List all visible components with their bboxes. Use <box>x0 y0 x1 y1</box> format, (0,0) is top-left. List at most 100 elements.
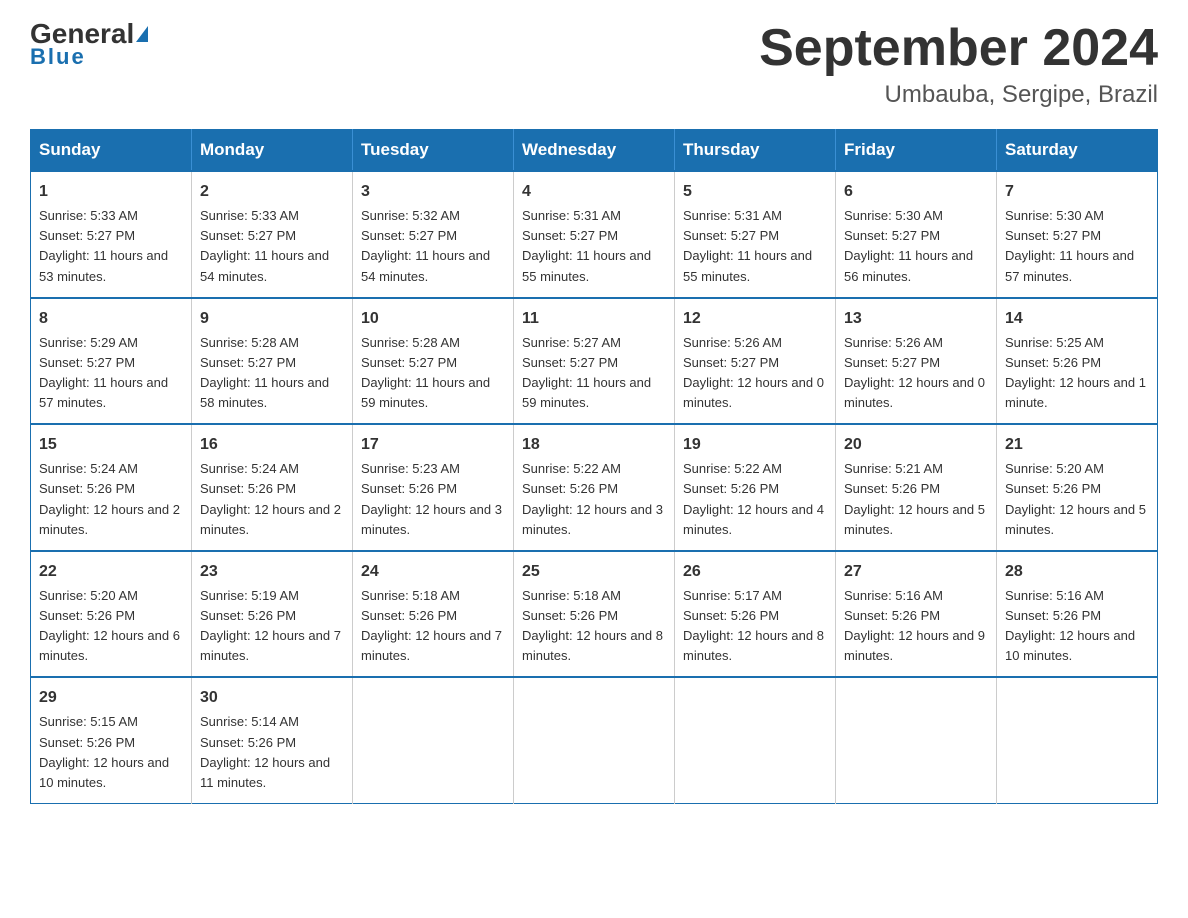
calendar-cell: 17Sunrise: 5:23 AMSunset: 5:26 PMDayligh… <box>353 424 514 551</box>
header-day-tuesday: Tuesday <box>353 130 514 172</box>
header-day-saturday: Saturday <box>997 130 1158 172</box>
calendar-cell: 27Sunrise: 5:16 AMSunset: 5:26 PMDayligh… <box>836 551 997 678</box>
header-day-sunday: Sunday <box>31 130 192 172</box>
calendar-cell <box>997 677 1158 803</box>
calendar-cell: 19Sunrise: 5:22 AMSunset: 5:26 PMDayligh… <box>675 424 836 551</box>
calendar-cell: 6 Sunrise: 5:30 AMSunset: 5:27 PMDaylight… <box>836 171 997 298</box>
day-number: 23 <box>200 560 344 584</box>
day-number: 16 <box>200 433 344 457</box>
day-number: 17 <box>361 433 505 457</box>
calendar-cell: 23 Sunrise: 5:19 AMSunset: 5:26 PMDayligh… <box>192 551 353 678</box>
calendar-cell: 1Sunrise: 5:33 AMSunset: 5:27 PMDaylight… <box>31 171 192 298</box>
day-number: 9 <box>200 307 344 331</box>
calendar-cell: 22 Sunrise: 5:20 AMSunset: 5:26 PMDayligh… <box>31 551 192 678</box>
day-number: 10 <box>361 307 505 331</box>
day-info: Sunrise: 5:24 AMSunset: 5:26 PMDaylight:… <box>39 461 180 536</box>
location-title: Umbauba, Sergipe, Brazil <box>759 81 1158 109</box>
day-info: Sunrise: 5:30 AMSunset: 5:27 PMDaylight:… <box>844 208 973 283</box>
day-info: Sunrise: 5:28 AMSunset: 5:27 PMDaylight:… <box>361 335 490 410</box>
calendar-cell: 11Sunrise: 5:27 AMSunset: 5:27 PMDayligh… <box>514 298 675 425</box>
calendar-cell: 16 Sunrise: 5:24 AMSunset: 5:26 PMDayligh… <box>192 424 353 551</box>
day-number: 29 <box>39 686 183 710</box>
day-number: 21 <box>1005 433 1149 457</box>
header-day-wednesday: Wednesday <box>514 130 675 172</box>
calendar-cell: 3 Sunrise: 5:32 AMSunset: 5:27 PMDaylight… <box>353 171 514 298</box>
day-info: Sunrise: 5:32 AMSunset: 5:27 PMDaylight:… <box>361 208 490 283</box>
day-info: Sunrise: 5:17 AMSunset: 5:26 PMDaylight:… <box>683 588 824 663</box>
day-number: 26 <box>683 560 827 584</box>
day-number: 19 <box>683 433 827 457</box>
day-info: Sunrise: 5:26 AMSunset: 5:27 PMDaylight:… <box>844 335 985 410</box>
logo-triangle-icon <box>136 26 148 42</box>
calendar-week-row: 22 Sunrise: 5:20 AMSunset: 5:26 PMDayligh… <box>31 551 1158 678</box>
calendar-cell: 25 Sunrise: 5:18 AMSunset: 5:26 PMDayligh… <box>514 551 675 678</box>
header-day-friday: Friday <box>836 130 997 172</box>
day-info: Sunrise: 5:33 AMSunset: 5:27 PMDaylight:… <box>200 208 329 283</box>
day-info: Sunrise: 5:29 AMSunset: 5:27 PMDaylight:… <box>39 335 168 410</box>
day-info: Sunrise: 5:19 AMSunset: 5:26 PMDaylight:… <box>200 588 341 663</box>
logo: General Blue <box>30 20 148 70</box>
day-number: 28 <box>1005 560 1149 584</box>
day-number: 2 <box>200 180 344 204</box>
header-day-thursday: Thursday <box>675 130 836 172</box>
day-info: Sunrise: 5:20 AMSunset: 5:26 PMDaylight:… <box>1005 461 1146 536</box>
page-header: General Blue September 2024 Umbauba, Ser… <box>30 20 1158 109</box>
day-info: Sunrise: 5:25 AMSunset: 5:26 PMDaylight:… <box>1005 335 1146 410</box>
day-number: 30 <box>200 686 344 710</box>
day-number: 4 <box>522 180 666 204</box>
day-number: 7 <box>1005 180 1149 204</box>
calendar-cell: 9Sunrise: 5:28 AMSunset: 5:27 PMDaylight… <box>192 298 353 425</box>
calendar-cell: 30 Sunrise: 5:14 AMSunset: 5:26 PMDayligh… <box>192 677 353 803</box>
day-number: 3 <box>361 180 505 204</box>
day-info: Sunrise: 5:21 AMSunset: 5:26 PMDaylight:… <box>844 461 985 536</box>
calendar-cell: 21 Sunrise: 5:20 AMSunset: 5:26 PMDayligh… <box>997 424 1158 551</box>
day-info: Sunrise: 5:31 AMSunset: 5:27 PMDaylight:… <box>522 208 651 283</box>
calendar-cell: 10 Sunrise: 5:28 AMSunset: 5:27 PMDayligh… <box>353 298 514 425</box>
day-number: 14 <box>1005 307 1149 331</box>
calendar-cell <box>514 677 675 803</box>
day-number: 1 <box>39 180 183 204</box>
calendar-cell <box>836 677 997 803</box>
calendar-cell: 24Sunrise: 5:18 AMSunset: 5:26 PMDayligh… <box>353 551 514 678</box>
calendar-table: SundayMondayTuesdayWednesdayThursdayFrid… <box>30 129 1158 804</box>
day-number: 6 <box>844 180 988 204</box>
calendar-cell: 15 Sunrise: 5:24 AMSunset: 5:26 PMDayligh… <box>31 424 192 551</box>
calendar-cell: 28 Sunrise: 5:16 AMSunset: 5:26 PMDayligh… <box>997 551 1158 678</box>
day-info: Sunrise: 5:31 AMSunset: 5:27 PMDaylight:… <box>683 208 812 283</box>
calendar-cell: 18Sunrise: 5:22 AMSunset: 5:26 PMDayligh… <box>514 424 675 551</box>
day-info: Sunrise: 5:18 AMSunset: 5:26 PMDaylight:… <box>361 588 502 663</box>
day-number: 22 <box>39 560 183 584</box>
calendar-cell: 2 Sunrise: 5:33 AMSunset: 5:27 PMDaylight… <box>192 171 353 298</box>
day-number: 8 <box>39 307 183 331</box>
header-day-monday: Monday <box>192 130 353 172</box>
calendar-cell: 29 Sunrise: 5:15 AMSunset: 5:26 PMDayligh… <box>31 677 192 803</box>
month-title: September 2024 <box>759 20 1158 77</box>
calendar-cell: 12Sunrise: 5:26 AMSunset: 5:27 PMDayligh… <box>675 298 836 425</box>
calendar-cell: 4 Sunrise: 5:31 AMSunset: 5:27 PMDaylight… <box>514 171 675 298</box>
day-info: Sunrise: 5:18 AMSunset: 5:26 PMDaylight:… <box>522 588 663 663</box>
day-info: Sunrise: 5:15 AMSunset: 5:26 PMDaylight:… <box>39 714 169 789</box>
day-info: Sunrise: 5:20 AMSunset: 5:26 PMDaylight:… <box>39 588 180 663</box>
calendar-cell <box>675 677 836 803</box>
day-info: Sunrise: 5:22 AMSunset: 5:26 PMDaylight:… <box>522 461 663 536</box>
calendar-cell: 13 Sunrise: 5:26 AMSunset: 5:27 PMDayligh… <box>836 298 997 425</box>
calendar-cell: 14 Sunrise: 5:25 AMSunset: 5:26 PMDayligh… <box>997 298 1158 425</box>
day-info: Sunrise: 5:14 AMSunset: 5:26 PMDaylight:… <box>200 714 330 789</box>
day-number: 25 <box>522 560 666 584</box>
day-info: Sunrise: 5:24 AMSunset: 5:26 PMDaylight:… <box>200 461 341 536</box>
calendar-cell <box>353 677 514 803</box>
calendar-cell: 26 Sunrise: 5:17 AMSunset: 5:26 PMDayligh… <box>675 551 836 678</box>
day-number: 13 <box>844 307 988 331</box>
calendar-cell: 20 Sunrise: 5:21 AMSunset: 5:26 PMDayligh… <box>836 424 997 551</box>
day-number: 11 <box>522 307 666 331</box>
day-number: 20 <box>844 433 988 457</box>
day-info: Sunrise: 5:30 AMSunset: 5:27 PMDaylight:… <box>1005 208 1134 283</box>
calendar-cell: 5 Sunrise: 5:31 AMSunset: 5:27 PMDaylight… <box>675 171 836 298</box>
day-number: 5 <box>683 180 827 204</box>
calendar-week-row: 1 Sunrise: 5:33 AMSunset: 5:27 PMDaylight… <box>31 171 1158 298</box>
calendar-week-row: 15 Sunrise: 5:24 AMSunset: 5:26 PMDayligh… <box>31 424 1158 551</box>
day-info: Sunrise: 5:16 AMSunset: 5:26 PMDaylight:… <box>1005 588 1135 663</box>
day-number: 15 <box>39 433 183 457</box>
day-number: 12 <box>683 307 827 331</box>
calendar-cell: 8 Sunrise: 5:29 AMSunset: 5:27 PMDaylight… <box>31 298 192 425</box>
